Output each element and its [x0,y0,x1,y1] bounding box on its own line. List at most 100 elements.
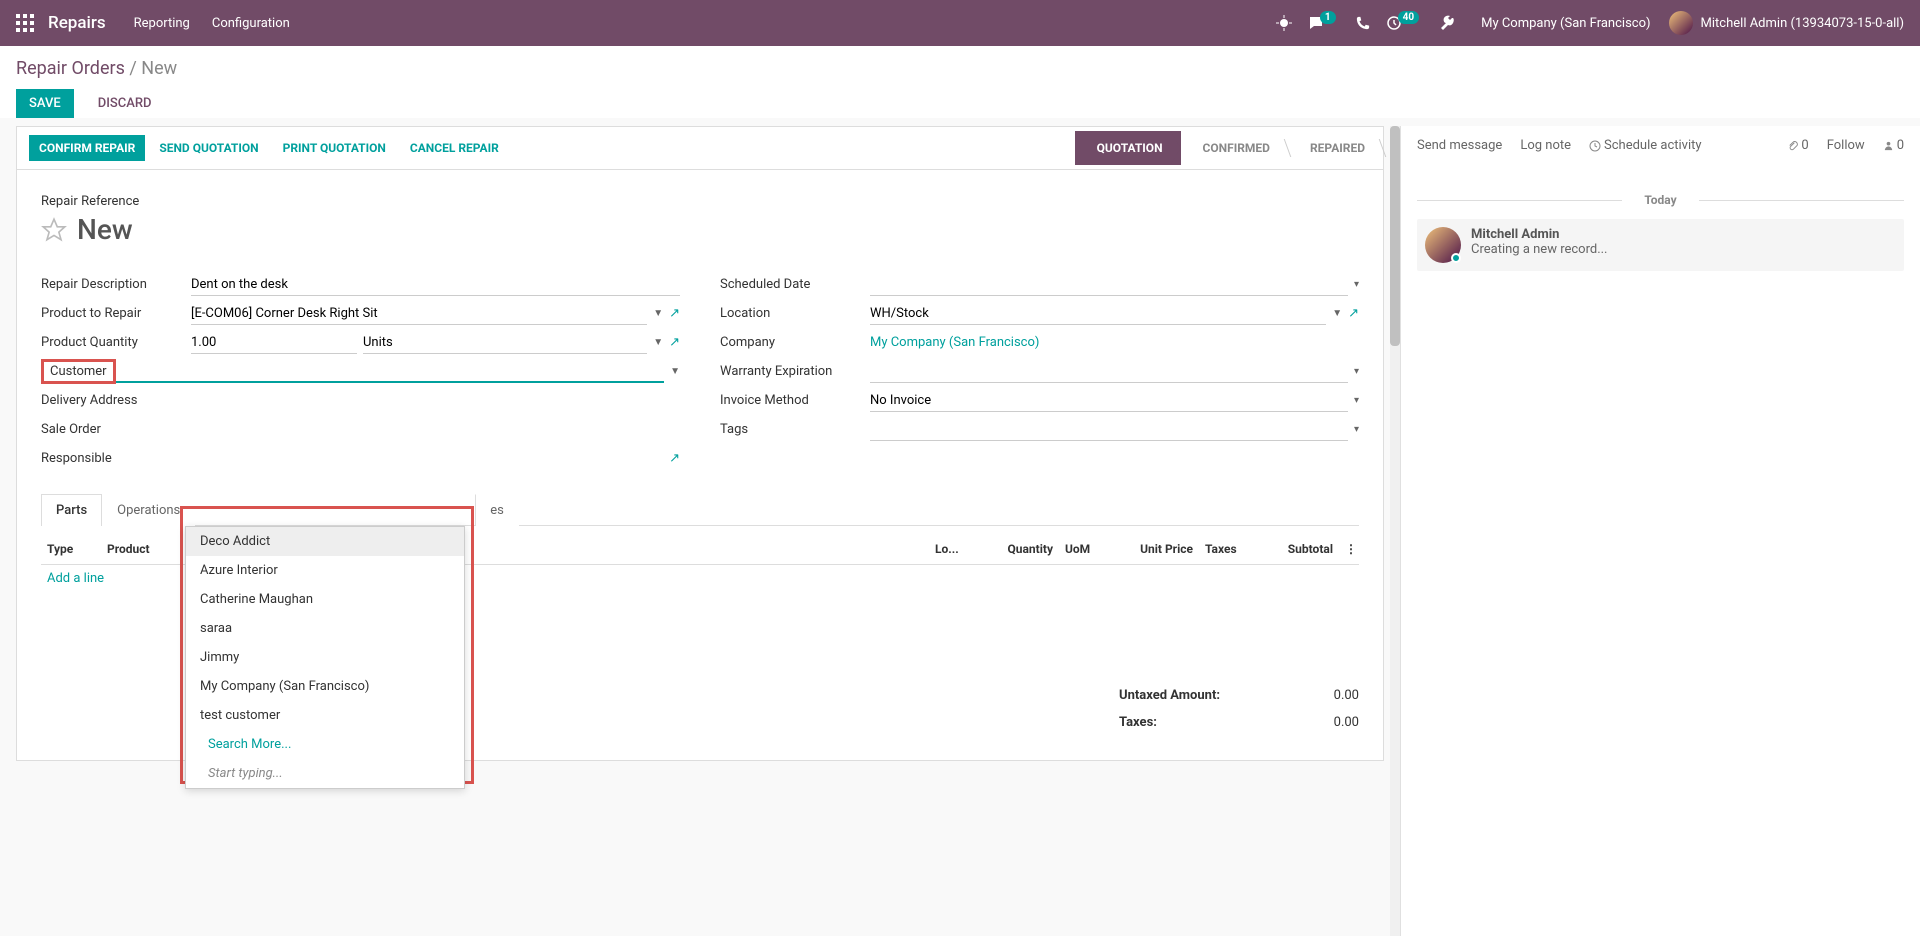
external-link-icon[interactable]: ↗ [669,306,680,321]
chevron-down-icon[interactable]: ▼ [653,308,663,319]
tab-partial[interactable]: es [475,494,519,526]
chevron-down-icon[interactable]: ▼ [1332,308,1342,319]
cancel-repair-button[interactable]: CANCEL REPAIR [400,135,509,161]
uom-input[interactable] [363,332,647,354]
chevron-down-icon[interactable]: ▼ [670,366,680,377]
avatar [1425,227,1461,263]
taxes-value: 0.00 [1334,715,1359,730]
label-product-to-repair: Product to Repair [41,306,191,321]
nav-reporting[interactable]: Reporting [134,16,190,31]
follow-button[interactable]: Follow [1827,138,1865,153]
followers-count[interactable]: 0 [1883,138,1904,153]
external-link-icon[interactable]: ↗ [669,335,680,350]
tabs: Parts Operations es [41,493,1359,526]
label-product-quantity: Product Quantity [41,335,191,350]
untaxed-label: Untaxed Amount: [1119,688,1220,703]
send-message-button[interactable]: Send message [1417,138,1502,153]
customer-input[interactable] [116,360,665,383]
customer-dropdown: Deco Addict Azure Interior Catherine Mau… [185,526,465,789]
label-company: Company [720,335,870,350]
label-location: Location [720,306,870,321]
stage-repaired[interactable]: REPAIRED [1288,131,1383,165]
navbar: Repairs Reporting Configuration 1 40 My … [0,0,1920,46]
breadcrumb-parent[interactable]: Repair Orders [16,58,125,79]
nav-configuration[interactable]: Configuration [212,16,290,31]
company-value[interactable]: My Company (San Francisco) [870,335,1039,350]
company-selector[interactable]: My Company (San Francisco) [1481,16,1650,31]
username: Mitchell Admin (13934073-15-0-all) [1701,16,1904,31]
tab-parts[interactable]: Parts [41,494,102,526]
label-responsible: Responsible [41,451,191,466]
col-price[interactable]: Unit Price [1109,542,1199,556]
chevron-down-icon[interactable]: ▾ [1354,279,1359,290]
search-more-link[interactable]: Search More... [186,730,464,759]
brand[interactable]: Repairs [48,13,106,33]
col-subtotal[interactable]: Subtotal [1259,542,1339,556]
repair-description-input[interactable] [191,274,680,296]
dropdown-item[interactable]: saraa [186,614,464,643]
phone-icon[interactable] [1356,16,1370,30]
messages-icon[interactable]: 1 [1308,15,1340,31]
send-quotation-button[interactable]: SEND QUOTATION [149,135,268,161]
attachments-count[interactable]: 0 [1787,138,1808,153]
start-typing-hint: Start typing... [186,759,464,788]
scheduled-date-input[interactable] [870,274,1348,296]
confirm-repair-button[interactable]: CONFIRM REPAIR [29,135,145,161]
clock-icon[interactable]: 40 [1386,15,1423,31]
bug-icon[interactable] [1276,15,1292,31]
kebab-icon[interactable]: ⋮ [1339,542,1359,556]
dropdown-item[interactable]: Azure Interior [186,556,464,585]
col-type[interactable]: Type [41,542,101,556]
location-input[interactable] [870,303,1326,325]
page-title: New [77,213,133,246]
ref-label: Repair Reference [41,194,1359,209]
col-lot[interactable]: Lo... [929,542,989,556]
label-invoice-method: Invoice Method [720,393,870,408]
scrollbar[interactable] [1390,126,1400,936]
discard-button[interactable]: DISCARD [86,90,164,117]
col-uom[interactable]: UoM [1059,542,1109,556]
chevron-down-icon[interactable]: ▼ [653,337,663,348]
tags-input[interactable] [870,419,1348,441]
untaxed-value: 0.00 [1334,688,1359,703]
breadcrumb: Repair Orders / New [16,58,1904,79]
message-body: Creating a new record... [1471,242,1608,257]
apps-icon[interactable] [16,14,34,32]
col-qty[interactable]: Quantity [989,542,1059,556]
stage-confirmed[interactable]: CONFIRMED [1181,131,1288,165]
dropdown-item[interactable]: Jimmy [186,643,464,672]
dropdown-item[interactable]: Deco Addict [186,527,464,556]
chevron-down-icon[interactable]: ▾ [1354,395,1359,406]
chatter-message: Mitchell Admin Creating a new record... [1417,219,1904,271]
external-link-icon[interactable]: ↗ [669,451,680,466]
col-product[interactable]: Product [101,542,191,556]
label-tags: Tags [720,422,870,437]
wrench-icon[interactable] [1439,15,1455,31]
avatar [1669,11,1693,35]
star-icon[interactable] [41,217,67,243]
label-sale-order: Sale Order [41,422,191,437]
warranty-input[interactable] [870,361,1348,383]
log-note-button[interactable]: Log note [1520,138,1571,153]
dropdown-item[interactable]: My Company (San Francisco) [186,672,464,701]
dropdown-item[interactable]: Catherine Maughan [186,585,464,614]
label-scheduled-date: Scheduled Date [720,277,870,292]
message-author: Mitchell Admin [1471,227,1608,242]
user-menu[interactable]: Mitchell Admin (13934073-15-0-all) [1669,11,1904,35]
print-quotation-button[interactable]: PRINT QUOTATION [273,135,396,161]
label-repair-description: Repair Description [41,277,191,292]
schedule-activity-button[interactable]: Schedule activity [1589,138,1702,153]
date-divider: Today [1417,193,1904,207]
chevron-down-icon[interactable]: ▾ [1354,366,1359,377]
col-taxes[interactable]: Taxes [1199,542,1259,556]
label-warranty: Warranty Expiration [720,364,870,379]
tab-operations[interactable]: Operations [102,494,195,526]
invoice-method-input[interactable] [870,390,1348,412]
save-button[interactable]: SAVE [16,89,74,118]
stage-quotation[interactable]: QUOTATION [1075,131,1181,165]
chevron-down-icon[interactable]: ▾ [1354,424,1359,435]
external-link-icon[interactable]: ↗ [1348,306,1359,321]
dropdown-item[interactable]: test customer [186,701,464,730]
quantity-input[interactable] [191,332,357,354]
product-to-repair-input[interactable] [191,303,647,325]
